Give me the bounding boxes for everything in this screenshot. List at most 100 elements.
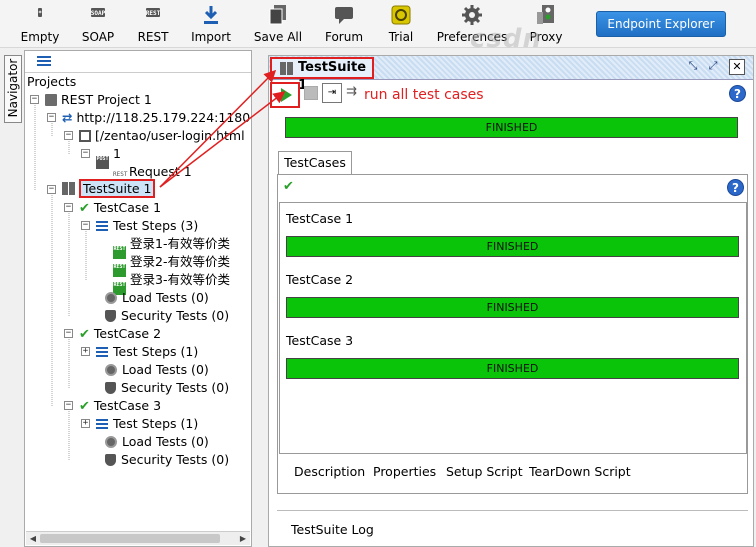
test-suite-icon <box>62 182 75 195</box>
tree-endpoint-node[interactable]: ⇄ http://118.25.179.224:1180 <box>62 109 250 127</box>
sequential-run-toggle[interactable]: ⇥ <box>322 83 342 103</box>
stop-button[interactable] <box>304 86 318 100</box>
tree-method-node[interactable]: POST 1 <box>96 145 121 169</box>
tree-testcase-node[interactable]: ✔ TestCase 3 <box>79 397 161 415</box>
rest-project-icon: REST <box>145 8 161 17</box>
expand-steps2-toggle[interactable]: + <box>81 347 90 356</box>
case-result-label[interactable]: TestCase 1 <box>286 211 353 226</box>
gear-icon <box>462 4 482 26</box>
collapse-steps1-toggle[interactable]: − <box>81 221 90 230</box>
collapse-suite-toggle[interactable]: − <box>47 185 56 194</box>
collapse-case2-toggle[interactable]: − <box>64 329 73 338</box>
tree-steps-node[interactable]: Test Steps (1) <box>96 343 198 361</box>
tab-description[interactable]: Description <box>294 464 365 479</box>
save-all-icon <box>268 4 288 26</box>
post-method-icon: POST <box>96 156 109 169</box>
tree-project-node[interactable]: REST Project 1 <box>45 91 152 109</box>
load-test-icon <box>105 364 117 376</box>
tree-root[interactable]: Projects <box>27 73 76 91</box>
tree-testcase-node[interactable]: ✔ TestCase 1 <box>79 199 161 217</box>
load-test-icon <box>105 292 117 304</box>
tree-step-node[interactable]: REST 登录1-有效等价类 <box>113 235 230 259</box>
folder-icon <box>45 94 57 106</box>
parallel-run-icon[interactable]: ⇉ <box>346 84 357 99</box>
trial-button[interactable]: Trial <box>384 0 418 48</box>
forum-button[interactable]: Forum <box>322 0 366 48</box>
collapse-case1-toggle[interactable]: − <box>64 203 73 212</box>
load-test-icon <box>105 436 117 448</box>
maximize-icon[interactable]: ⤢ <box>705 59 721 75</box>
scroll-left-icon[interactable]: ◀ <box>26 532 40 545</box>
endpoint-explorer-button[interactable]: Endpoint Explorer <box>596 11 726 37</box>
tree-steps-node[interactable]: Test Steps (3) <box>96 217 198 235</box>
tab-teardown-script[interactable]: TearDown Script <box>529 464 631 479</box>
tab-testcases[interactable]: TestCases <box>278 151 352 175</box>
collapse-project-toggle[interactable]: − <box>30 95 39 104</box>
check-icon: ✔ <box>79 201 90 216</box>
list-view-icon[interactable] <box>37 56 51 66</box>
tree-security-tests-node[interactable]: Security Tests (0) <box>105 307 229 325</box>
import-icon <box>201 4 221 26</box>
check-icon: ✔ <box>283 179 294 194</box>
collapse-endpoint-toggle[interactable]: − <box>47 113 56 122</box>
tree-step-node[interactable]: REST 登录2-有效等价类 <box>113 253 230 277</box>
tree-testcase-node[interactable]: ✔ TestCase 2 <box>79 325 161 343</box>
case-progress-bar: FINISHED <box>286 358 739 379</box>
tree-load-tests-node[interactable]: Load Tests (0) <box>105 289 209 307</box>
import-button[interactable]: Import <box>188 0 234 48</box>
soap-project-button[interactable]: SOAP SOAP <box>78 0 118 48</box>
check-icon: ✔ <box>79 327 90 342</box>
tree-resource-node[interactable]: [/zentao/user-login.html <box>79 127 245 145</box>
tree-suite-node[interactable]: TestSuite 1 <box>62 179 156 198</box>
steps-list-icon <box>96 347 108 357</box>
shield-icon <box>105 454 116 466</box>
tree-security-tests-node[interactable]: Security Tests (0) <box>105 451 229 469</box>
soap-project-icon: SOAP <box>90 8 106 17</box>
help-icon[interactable]: ? <box>729 85 746 102</box>
collapse-resource-toggle[interactable]: − <box>64 131 73 140</box>
request-icon: REST <box>113 171 128 178</box>
testsuite-editor-panel: TestSuite 1 ⤡ ⤢ ✕ ⇥ ⇉ run all test cases… <box>268 55 754 547</box>
case-result-label[interactable]: TestCase 3 <box>286 333 353 348</box>
resource-icon <box>79 130 91 142</box>
editor-title-tab[interactable]: TestSuite 1 <box>270 57 374 93</box>
help-icon[interactable]: ? <box>727 179 744 196</box>
main-toolbar: * Empty SOAP SOAP REST REST Import Save … <box>0 0 756 54</box>
save-all-button[interactable]: Save All <box>252 0 304 48</box>
testsuite-log-toggle[interactable]: TestSuite Log <box>291 522 374 537</box>
tree-load-tests-node[interactable]: Load Tests (0) <box>105 361 209 379</box>
run-all-button[interactable] <box>270 82 300 108</box>
tree-load-tests-node[interactable]: Load Tests (0) <box>105 433 209 451</box>
log-divider <box>277 510 748 511</box>
minimize-icon[interactable]: ⤡ <box>685 59 701 75</box>
tree-horizontal-scrollbar[interactable]: ◀ ▶ <box>26 531 250 545</box>
steps-list-icon <box>96 419 108 429</box>
shield-icon <box>105 382 116 394</box>
check-icon: ✔ <box>79 399 90 414</box>
case-result-label[interactable]: TestCase 2 <box>286 272 353 287</box>
forum-icon <box>334 4 354 26</box>
tree-step-node[interactable]: REST 登录3-有效等价类 <box>113 271 230 295</box>
expand-steps3-toggle[interactable]: + <box>81 419 90 428</box>
collapse-case3-toggle[interactable]: − <box>64 401 73 410</box>
editor-toolbar: ⇥ ⇉ run all test cases ? <box>269 81 753 108</box>
close-icon[interactable]: ✕ <box>729 59 745 75</box>
tab-setup-script[interactable]: Setup Script <box>446 464 523 479</box>
trial-icon <box>391 4 411 26</box>
tree-steps-node[interactable]: Test Steps (1) <box>96 415 198 433</box>
annotation-label: run all test cases <box>364 87 484 103</box>
steps-list-icon <box>96 221 108 231</box>
scrollbar-thumb[interactable] <box>40 534 220 543</box>
collapse-method-toggle[interactable]: − <box>81 149 90 158</box>
empty-project-button[interactable]: * Empty <box>18 0 62 48</box>
scroll-right-icon[interactable]: ▶ <box>236 532 250 545</box>
editor-header: TestSuite 1 ⤡ ⤢ ✕ <box>269 56 753 93</box>
testcases-tab-body: ✔ ? TestCase 1 FINISHED TestCase 2 FINIS… <box>277 174 748 494</box>
tab-properties[interactable]: Properties <box>373 464 436 479</box>
empty-project-icon: * <box>38 8 42 17</box>
tree-security-tests-node[interactable]: Security Tests (0) <box>105 379 229 397</box>
suite-progress-bar: FINISHED <box>285 117 738 138</box>
rest-project-button[interactable]: REST REST <box>134 0 172 48</box>
navigator-tab[interactable]: Navigator <box>4 55 22 123</box>
testcase-results-list: TestCase 1 FINISHED TestCase 2 FINISHED … <box>279 202 747 454</box>
